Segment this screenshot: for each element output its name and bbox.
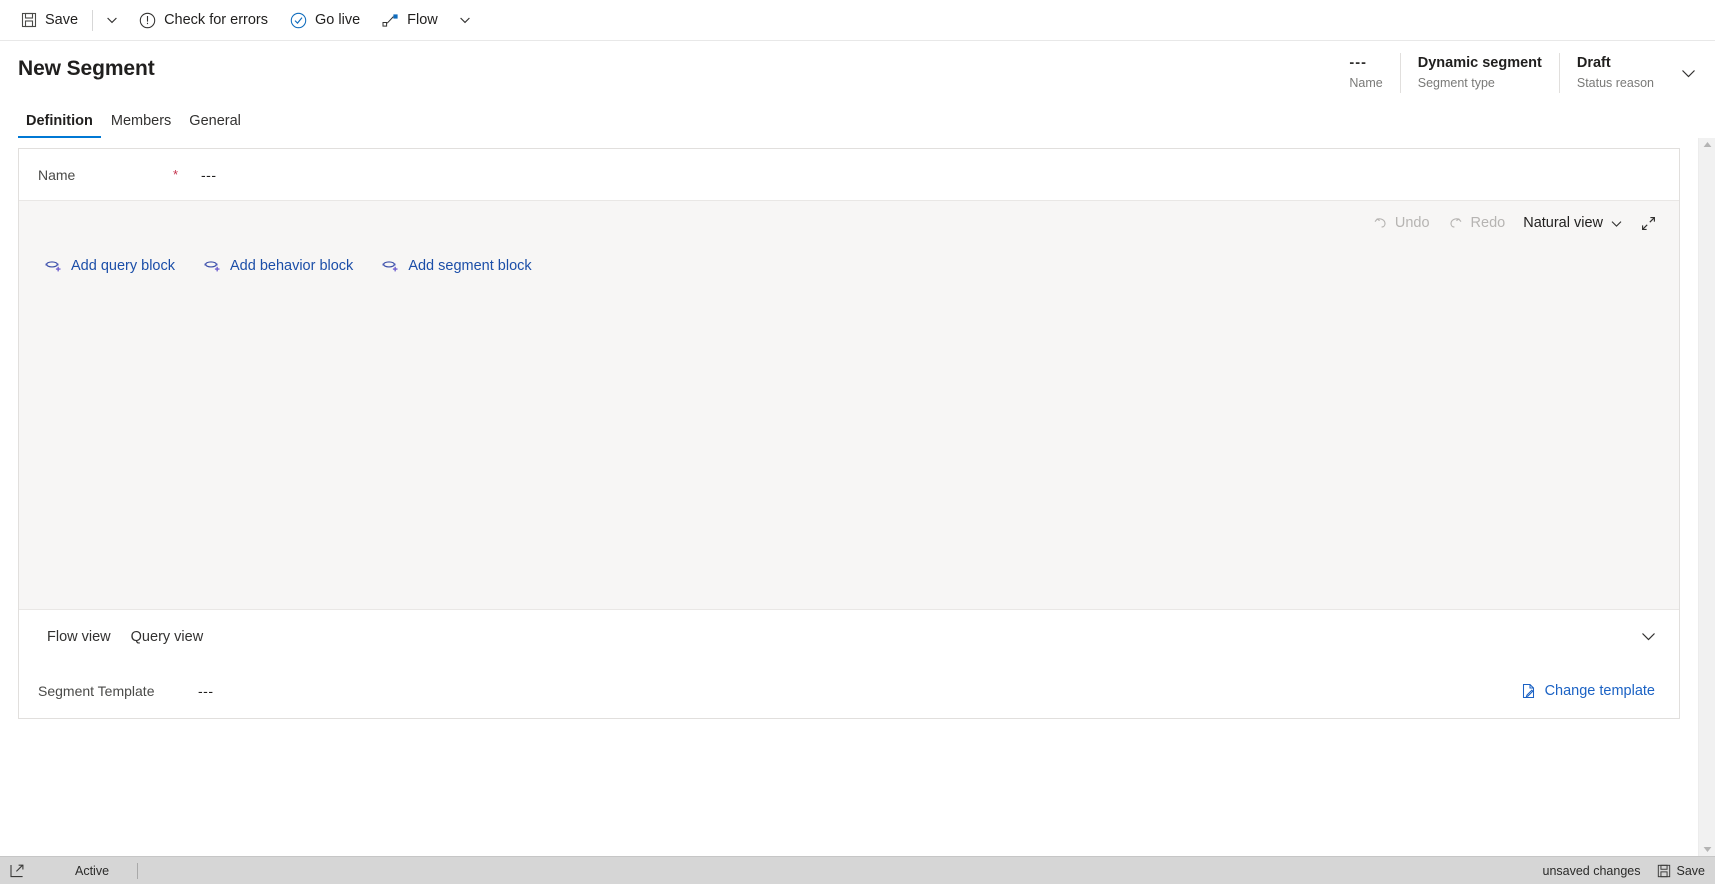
command-bar-divider (92, 9, 94, 31)
flow-icon (382, 13, 399, 28)
save-button[interactable]: Save (10, 0, 89, 41)
add-query-block-button[interactable]: Add query block (35, 252, 184, 280)
header-field-segment-type-label: Segment type (1417, 76, 1495, 90)
header-field-status-reason: Draft Status reason (1560, 51, 1671, 95)
unsaved-changes-label: unsaved changes (1542, 863, 1641, 878)
name-field-input[interactable]: --- (201, 167, 217, 183)
popout-window-icon[interactable] (8, 862, 27, 880)
undo-icon (1372, 215, 1388, 231)
scroll-up-icon[interactable] (1703, 141, 1712, 148)
add-segment-block-label: Add segment block (408, 258, 532, 274)
page-header: New Segment --- Name Dynamic segment Seg… (0, 41, 1715, 100)
save-button-label: Save (45, 12, 79, 28)
flow-options-dropdown[interactable] (449, 0, 481, 41)
page-title: New Segment (18, 57, 155, 80)
go-live-button[interactable]: Go live (279, 0, 371, 41)
view-collapse-button[interactable] (1640, 610, 1657, 663)
query-view-tab[interactable]: Query view (121, 625, 214, 649)
save-options-dropdown[interactable] (96, 0, 128, 41)
view-mode-selector[interactable]: Natural view (1514, 210, 1632, 236)
tab-strip: Definition Members General (0, 100, 1715, 138)
redo-button[interactable]: Redo (1439, 210, 1515, 236)
status-bar: Active unsaved changes Save (0, 856, 1715, 884)
check-for-errors-button[interactable]: Check for errors (128, 0, 279, 41)
canvas-toolbar: Undo Redo Natural view (19, 201, 1679, 245)
undo-label: Undo (1394, 215, 1430, 231)
required-indicator: * (173, 167, 179, 182)
header-field-name-label: Name (1349, 76, 1383, 90)
header-expand-button[interactable] (1671, 51, 1705, 95)
header-field-segment-type-value: Dynamic segment (1417, 55, 1542, 71)
change-template-label: Change template (1544, 682, 1655, 699)
status-save-label: Save (1676, 863, 1706, 878)
expand-canvas-button[interactable] (1632, 210, 1665, 237)
query-add-icon (381, 257, 399, 275)
view-mode-label: Natural view (1523, 215, 1603, 231)
flow-view-tab[interactable]: Flow view (37, 625, 121, 649)
add-block-row: Add query block Add behavior block Add s… (19, 252, 1679, 280)
add-segment-block-button[interactable]: Add segment block (372, 252, 540, 280)
chevron-down-icon (1640, 628, 1657, 645)
header-field-status-reason-value: Draft (1576, 55, 1611, 71)
chevron-down-icon (1610, 217, 1623, 230)
command-bar: Save Check for errors Go live Flow (0, 0, 1715, 41)
save-disk-icon (1657, 864, 1671, 878)
tab-members[interactable]: Members (103, 113, 179, 138)
add-query-block-label: Add query block (71, 258, 175, 274)
status-bar-left: Active (8, 862, 139, 880)
chevron-down-icon (1680, 65, 1697, 82)
segment-template-label: Segment Template (38, 682, 155, 699)
redo-icon (1448, 215, 1464, 231)
tab-general[interactable]: General (181, 113, 249, 138)
status-bar-divider (137, 862, 139, 879)
edit-document-icon (1521, 683, 1537, 699)
segment-canvas: Undo Redo Natural view Add query block A… (19, 201, 1679, 609)
flow-label: Flow (407, 12, 438, 28)
name-field-label: Name (38, 166, 76, 183)
tab-definition[interactable]: Definition (18, 113, 101, 138)
body-area: Name * --- Undo Redo Natural view Add qu… (0, 138, 1715, 856)
header-field-name-value: --- (1349, 55, 1367, 71)
check-circle-icon (290, 12, 307, 29)
name-field-row: Name * --- (19, 149, 1679, 201)
query-add-icon (203, 257, 221, 275)
view-toggle-bar: Flow view Query view (19, 609, 1679, 663)
save-disk-icon (21, 12, 37, 28)
scroll-down-icon[interactable] (1703, 846, 1712, 853)
undo-button[interactable]: Undo (1363, 210, 1439, 236)
definition-card: Name * --- Undo Redo Natural view Add qu… (18, 148, 1680, 719)
status-save-button[interactable]: Save (1657, 863, 1706, 878)
check-for-errors-label: Check for errors (164, 12, 269, 28)
status-bar-right: unsaved changes Save (1543, 864, 1706, 878)
header-field-status-reason-label: Status reason (1576, 76, 1654, 90)
form-container: Name * --- Undo Redo Natural view Add qu… (0, 138, 1698, 856)
redo-label: Redo (1470, 215, 1506, 231)
go-live-label: Go live (315, 12, 361, 28)
segment-template-value: --- (198, 682, 214, 699)
flow-button[interactable]: Flow (371, 0, 449, 41)
add-behavior-block-button[interactable]: Add behavior block (194, 252, 362, 280)
vertical-scrollbar[interactable] (1698, 138, 1715, 856)
change-template-button[interactable]: Change template (1515, 678, 1661, 704)
segment-template-row: Segment Template --- Change template (19, 663, 1679, 718)
error-circle-icon (139, 12, 156, 29)
record-status-label: Active (75, 863, 110, 878)
chevron-down-icon (459, 14, 471, 26)
segment-editor-window: Save Check for errors Go live Flow New S… (0, 0, 1715, 884)
expand-diagonal-icon (1640, 215, 1657, 232)
query-add-icon (44, 257, 62, 275)
header-field-name: --- Name (1341, 51, 1399, 95)
chevron-down-icon (106, 14, 118, 26)
header-summary-fields: --- Name Dynamic segment Segment type Dr… (1341, 51, 1705, 95)
header-field-segment-type: Dynamic segment Segment type (1401, 51, 1559, 95)
add-behavior-block-label: Add behavior block (229, 258, 354, 274)
